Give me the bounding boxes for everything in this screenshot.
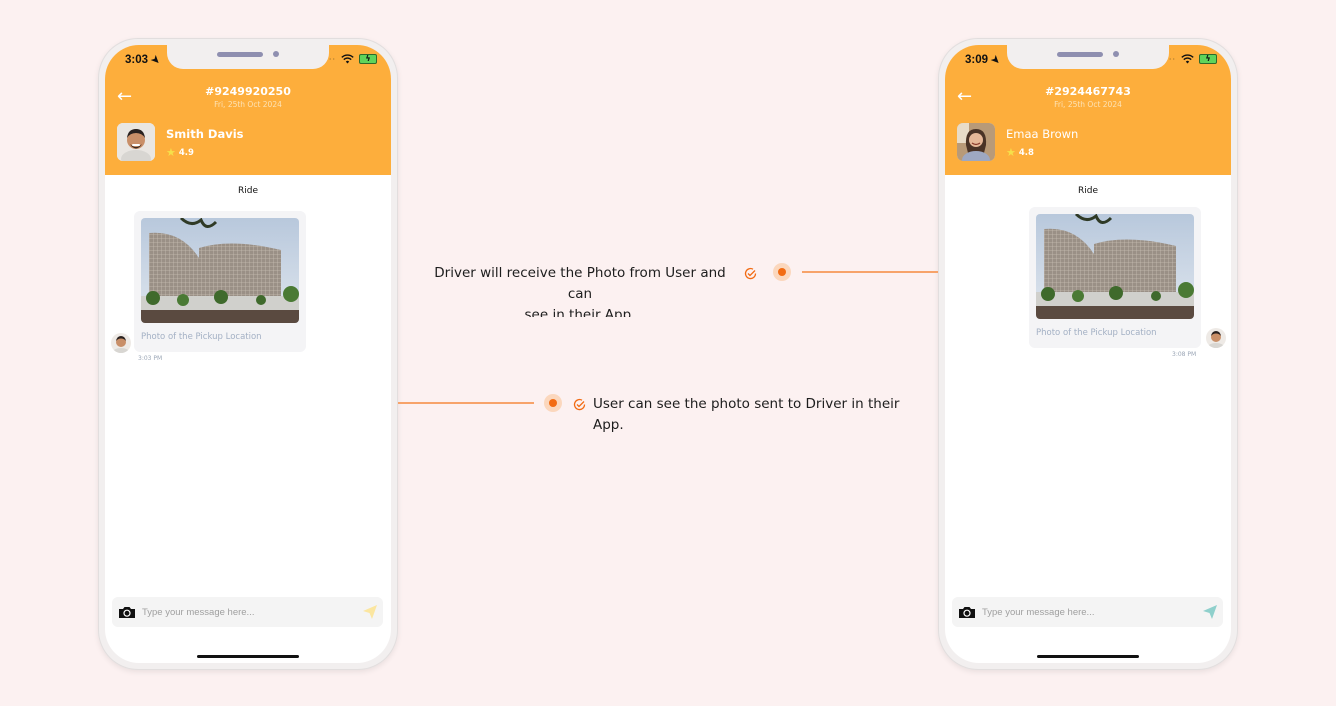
driver-phone: 3:09➤ ▮··· ϟ ← #2924467743 Fri, 25th Oct… bbox=[938, 38, 1238, 670]
pickup-location-photo[interactable] bbox=[141, 218, 299, 323]
contact-name: Emaa Brown bbox=[1006, 127, 1079, 141]
wifi-icon bbox=[1181, 54, 1194, 64]
user-callout-marker bbox=[544, 394, 562, 412]
send-icon[interactable] bbox=[362, 604, 378, 620]
phone-notch bbox=[1007, 45, 1169, 69]
phone-notch bbox=[167, 45, 329, 69]
star-icon: ★ bbox=[166, 146, 176, 159]
driver-callout-marker bbox=[773, 263, 791, 281]
order-date: Fri, 25th Oct 2024 bbox=[1054, 100, 1122, 109]
driver-callout-line2: see in their App. bbox=[524, 307, 636, 317]
contact-rating: ★ 4.9 bbox=[166, 146, 194, 159]
phone-screen: 3:09➤ ▮··· ϟ ← #2924467743 Fri, 25th Oct… bbox=[945, 45, 1231, 663]
home-indicator bbox=[197, 655, 299, 658]
section-title: Ride bbox=[237, 186, 258, 196]
user-connector-line bbox=[398, 402, 534, 404]
home-indicator bbox=[1037, 655, 1139, 658]
sender-avatar bbox=[1206, 328, 1226, 348]
contact-avatar[interactable] bbox=[957, 123, 995, 161]
status-time: 3:03➤ bbox=[125, 53, 163, 68]
check-circle-icon bbox=[573, 398, 586, 411]
contact-name: Smith Davis bbox=[166, 127, 244, 141]
rating-value: 4.8 bbox=[1018, 147, 1034, 158]
contact-rating: ★ 4.8 bbox=[1006, 146, 1034, 159]
message-input[interactable] bbox=[982, 603, 1182, 621]
message-input-bar bbox=[952, 597, 1223, 627]
user-callout-text: User can see the photo sent to Driver in… bbox=[593, 394, 913, 436]
photo-caption: Photo of the Pickup Location bbox=[1036, 328, 1157, 338]
message-input-bar bbox=[112, 597, 383, 627]
message-time: 3:08 PM bbox=[1172, 351, 1197, 358]
photo-message[interactable]: Photo of the Pickup Location bbox=[1029, 207, 1201, 348]
user-phone: 3:03➤ ···· ϟ ← #9249920250 Fri, 25th Oct… bbox=[98, 38, 398, 670]
location-arrow-icon: ➤ bbox=[148, 53, 163, 68]
status-icons: ···· ϟ bbox=[322, 54, 377, 64]
section-title: Ride bbox=[1077, 186, 1098, 196]
camera-icon[interactable] bbox=[959, 606, 975, 618]
battery-charging-icon: ϟ bbox=[1199, 54, 1217, 64]
driver-callout-line1: Driver will receive the Photo from User … bbox=[434, 265, 726, 302]
phone-screen: 3:03➤ ···· ϟ ← #9249920250 Fri, 25th Oct… bbox=[105, 45, 391, 663]
order-date: Fri, 25th Oct 2024 bbox=[214, 100, 282, 109]
driver-callout-text: Driver will receive the Photo from User … bbox=[421, 263, 739, 317]
location-arrow-icon: ➤ bbox=[988, 53, 1003, 68]
message-time: 3:03 PM bbox=[138, 355, 163, 362]
contact-avatar[interactable] bbox=[117, 123, 155, 161]
message-input[interactable] bbox=[142, 603, 342, 621]
status-time: 3:09➤ bbox=[965, 53, 1003, 68]
user-callout-line2: App. bbox=[593, 417, 624, 433]
wifi-icon bbox=[341, 54, 354, 64]
battery-charging-icon: ϟ bbox=[359, 54, 377, 64]
user-callout-line1: User can see the photo sent to Driver in… bbox=[593, 396, 900, 412]
star-icon: ★ bbox=[1006, 146, 1016, 159]
photo-message[interactable]: Photo of the Pickup Location bbox=[134, 211, 306, 352]
driver-connector-line bbox=[802, 271, 938, 273]
rating-value: 4.9 bbox=[178, 147, 194, 158]
order-number: #2924467743 bbox=[1045, 85, 1131, 98]
order-number: #9249920250 bbox=[205, 85, 291, 98]
send-icon[interactable] bbox=[1202, 604, 1218, 620]
camera-icon[interactable] bbox=[119, 606, 135, 618]
pickup-location-photo[interactable] bbox=[1036, 214, 1194, 319]
check-circle-icon bbox=[744, 267, 757, 280]
sender-avatar bbox=[111, 333, 131, 353]
photo-caption: Photo of the Pickup Location bbox=[141, 332, 262, 342]
